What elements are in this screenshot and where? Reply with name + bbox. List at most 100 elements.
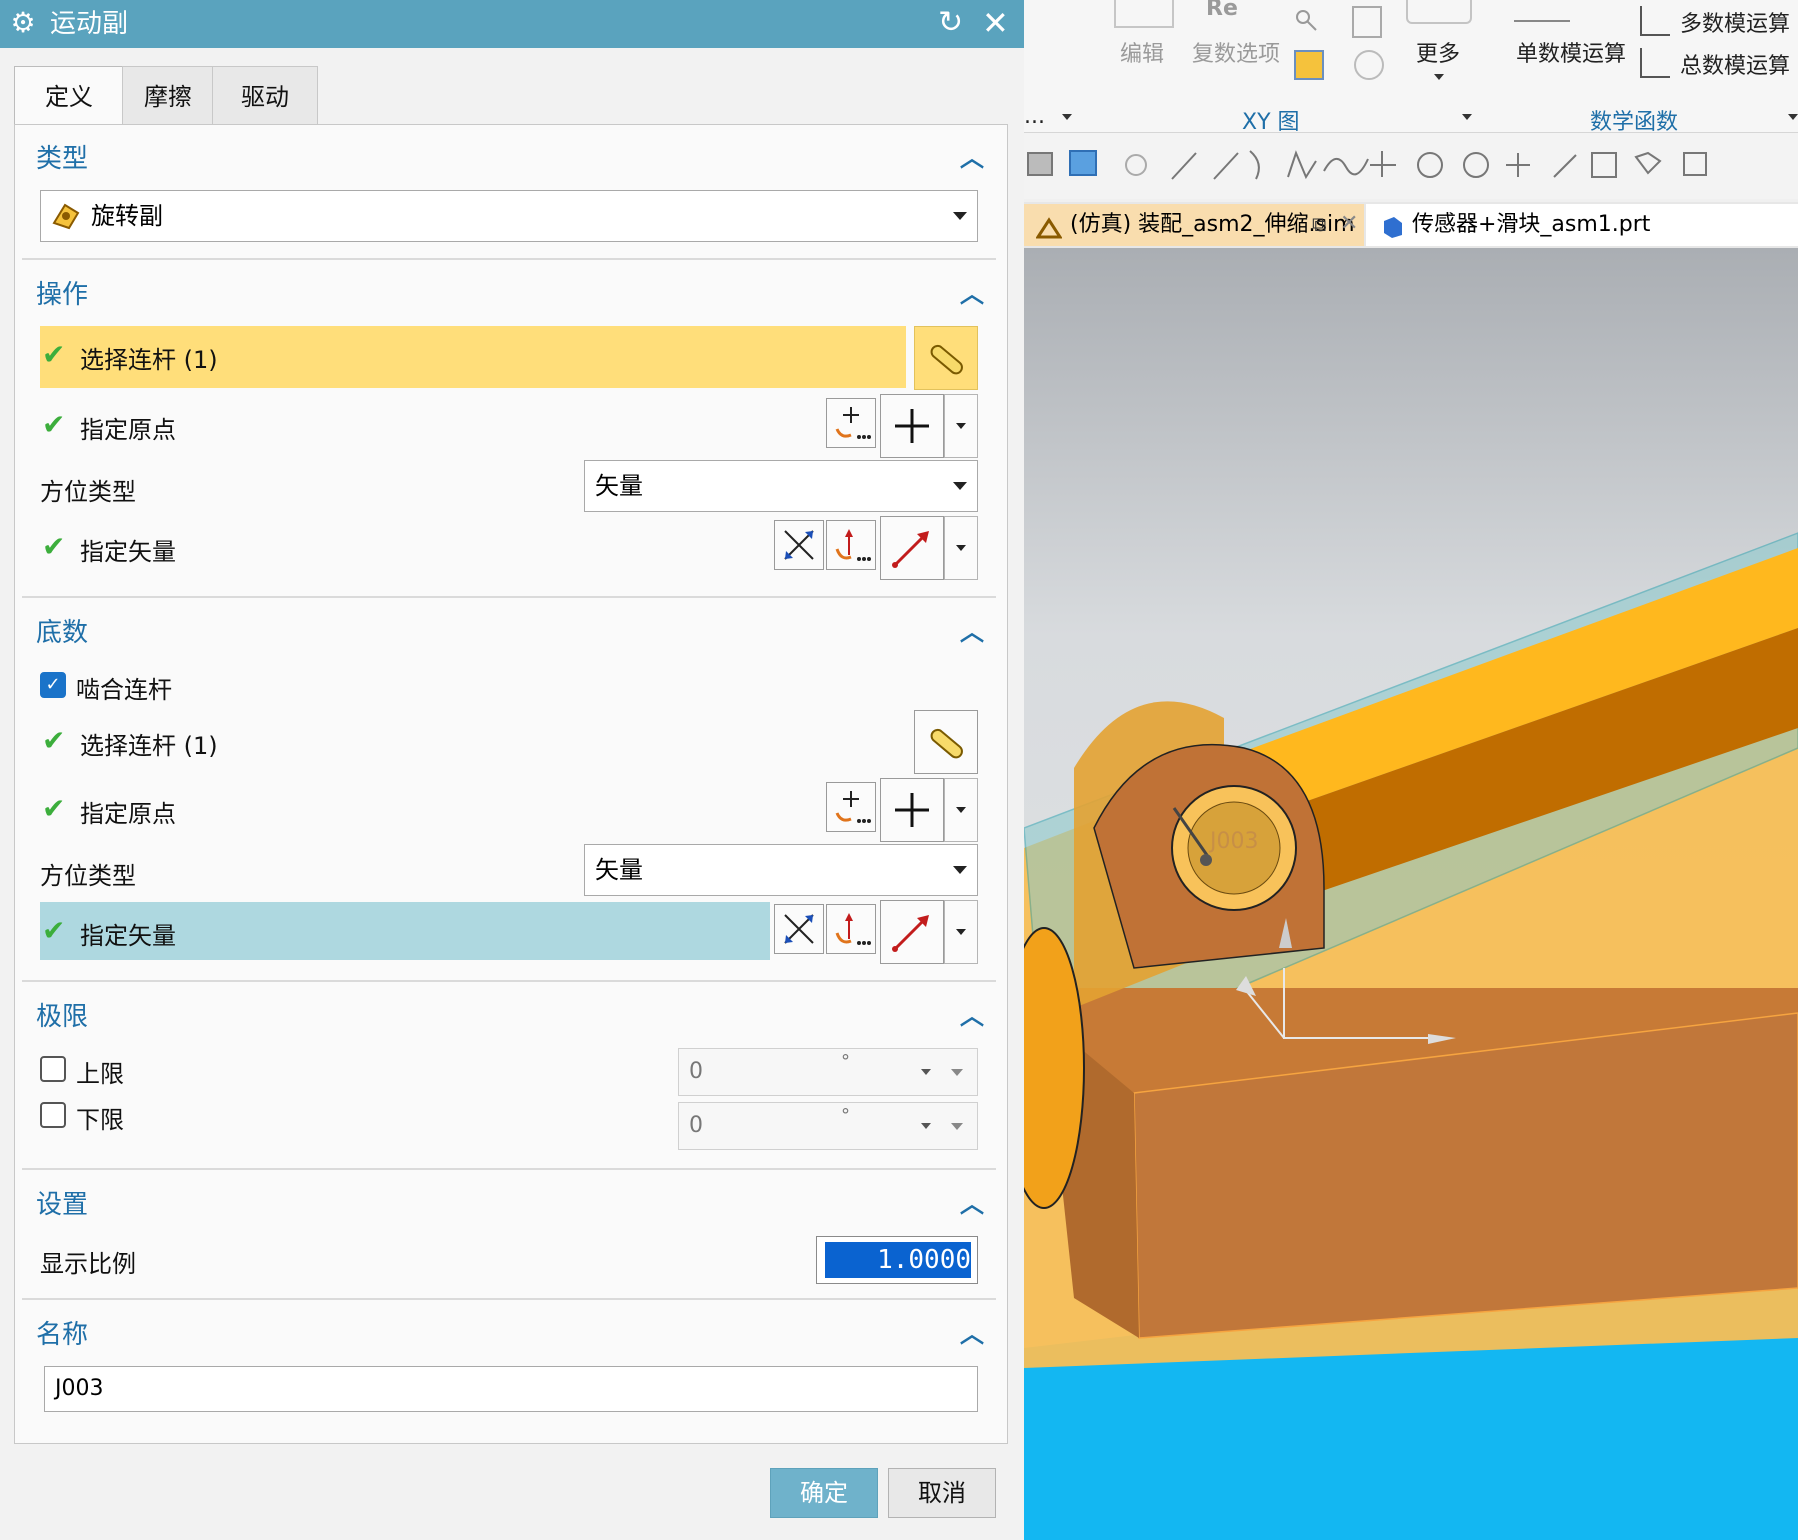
single-op-button[interactable]: 单数模运算	[1516, 36, 1626, 68]
more-button[interactable]: 更多	[1416, 36, 1460, 68]
total-op-button[interactable]: 总数模运算	[1680, 48, 1790, 80]
mesh-link-checkbox[interactable]: ✓	[40, 672, 66, 698]
action-orient-type-dropdown[interactable]: 矢量	[584, 460, 978, 512]
chevron-down-icon[interactable]	[1462, 114, 1472, 120]
chevron-down-icon[interactable]	[921, 1123, 931, 1129]
disabled-icon[interactable]	[1354, 50, 1384, 80]
action-select-link-label: 选择连杆 (1)	[80, 346, 218, 374]
chevron-down-icon[interactable]	[951, 1069, 963, 1076]
degree-unit: °	[841, 1105, 850, 1126]
edit-button[interactable]: 编辑	[1120, 36, 1164, 68]
upper-limit-value: 0	[689, 1059, 703, 1084]
document-tabs: (仿真) 装配_asm2_伸缩.sim ⧉ ✕ 传感器+滑块_asm1.prt	[1024, 202, 1798, 248]
selection-toolbar	[1024, 133, 1798, 199]
tab-friction[interactable]: 摩擦	[122, 66, 214, 125]
chevron-down-icon[interactable]	[951, 1123, 963, 1130]
display-scale-field[interactable]: 1.0000	[816, 1236, 978, 1284]
base-select-link-button[interactable]	[914, 710, 978, 774]
layer-icon[interactable]	[1294, 50, 1324, 80]
select-link-button[interactable]	[914, 326, 978, 390]
graphics-viewport[interactable]: J003	[1024, 248, 1798, 1540]
sim-file-icon	[1035, 212, 1063, 239]
tab-definition[interactable]: 定义	[14, 66, 124, 127]
vector-arrow-icon	[892, 531, 929, 568]
base-point-dialog-button[interactable]	[826, 782, 876, 832]
dialog-title: 运动副	[50, 9, 129, 39]
inferred-vector-button[interactable]	[880, 516, 944, 580]
chevron-down-icon[interactable]	[921, 1069, 931, 1075]
reset-icon[interactable]: ↻	[938, 7, 963, 39]
total-op-icon[interactable]	[1640, 48, 1670, 78]
doc-tab-prt[interactable]: 传感器+滑块_asm1.prt	[1366, 204, 1798, 246]
vector-type-dropdown[interactable]	[944, 516, 978, 580]
line-icon	[1171, 152, 1197, 180]
doc-tab-sim[interactable]: (仿真) 装配_asm2_伸缩.sim ⧉ ✕	[1024, 204, 1364, 246]
link-icon	[930, 728, 963, 759]
base-orient-type-dropdown[interactable]: 矢量	[584, 844, 978, 896]
base-vector-type-dropdown[interactable]	[944, 900, 978, 964]
base-inferred-point-button[interactable]	[880, 778, 944, 842]
point-dialog-icon	[835, 791, 871, 823]
collapse-base-icon[interactable]: ︿	[960, 612, 984, 647]
lower-limit-field[interactable]: 0 °	[678, 1102, 978, 1150]
circle-icon	[1463, 152, 1489, 178]
edit-icon[interactable]	[1114, 0, 1174, 28]
divider	[22, 596, 996, 598]
chevron-down-icon	[953, 212, 967, 220]
display-scale-label: 显示比例	[40, 1250, 136, 1278]
reverse-direction-button[interactable]	[774, 520, 824, 570]
section-title-settings: 设置	[36, 1190, 89, 1220]
frame-icon[interactable]	[1352, 6, 1382, 38]
base-vector-dialog-button[interactable]	[826, 904, 876, 954]
plus-icon	[895, 409, 929, 443]
part-file-icon	[1380, 212, 1404, 238]
section-title-limits: 极限	[36, 1002, 89, 1032]
collapse-name-icon[interactable]: ︿	[960, 1314, 984, 1349]
chevron-down-icon[interactable]	[1434, 74, 1444, 80]
inferred-point-button[interactable]	[880, 394, 944, 458]
lower-limit-value: 0	[689, 1113, 703, 1138]
point-dialog-button[interactable]	[826, 398, 876, 448]
ok-button[interactable]: 确定	[770, 1468, 878, 1518]
single-op-icon[interactable]	[1514, 0, 1570, 22]
multi-op-icon[interactable]	[1640, 6, 1670, 36]
joint-name-input[interactable]: J003	[44, 1366, 978, 1412]
multi-op-button[interactable]: 多数模运算	[1680, 6, 1790, 38]
more-icon[interactable]	[1406, 0, 1472, 24]
lower-limit-checkbox[interactable]	[40, 1102, 66, 1128]
base-inferred-vector-button[interactable]	[880, 900, 944, 964]
chevron-down-icon[interactable]	[1788, 114, 1798, 120]
base-orient-type-value: 矢量	[595, 856, 643, 884]
check-icon: ✔	[42, 408, 66, 441]
joint-name-value: J003	[55, 1376, 104, 1401]
action-specify-vector-label: 指定矢量	[80, 538, 176, 566]
tab-drive[interactable]: 驱动	[212, 66, 318, 125]
joint-type-dropdown[interactable]: 旋转副	[40, 190, 978, 242]
upper-limit-checkbox[interactable]	[40, 1056, 66, 1082]
pin-icon[interactable]: ⧉	[1312, 203, 1326, 245]
spline-icon	[1323, 158, 1369, 176]
upper-limit-field[interactable]: 0 °	[678, 1048, 978, 1096]
base-reverse-direction-button[interactable]	[774, 904, 824, 954]
vector-dialog-button[interactable]	[826, 520, 876, 570]
gear-icon: ⚙	[10, 6, 36, 39]
action-orient-type-label: 方位类型	[40, 478, 136, 506]
re-icon[interactable]: Re	[1206, 0, 1238, 21]
collapse-action-icon[interactable]: ︿	[960, 274, 984, 309]
collapse-limits-icon[interactable]: ︿	[960, 996, 984, 1031]
toolbar-icons[interactable]	[1024, 133, 1798, 199]
point-type-dropdown[interactable]	[944, 394, 978, 458]
chevron-down-icon[interactable]	[1062, 114, 1072, 120]
complex-options-button[interactable]: 复数选项	[1192, 36, 1280, 68]
math-function-group: 数学函数	[1590, 110, 1679, 135]
base-orient-type-label: 方位类型	[40, 862, 136, 890]
collapse-type-icon[interactable]: ︿	[960, 138, 984, 173]
solid-cube-icon	[1027, 152, 1053, 176]
close-icon[interactable]: ✕	[982, 6, 1009, 40]
collapse-settings-icon[interactable]: ︿	[960, 1184, 984, 1219]
close-tab-icon[interactable]: ✕	[1340, 203, 1358, 245]
doc-tab-prt-label: 传感器+滑块_asm1.prt	[1412, 212, 1651, 237]
base-point-type-dropdown[interactable]	[944, 778, 978, 842]
cancel-button[interactable]: 取消	[888, 1468, 996, 1518]
zoom-icon[interactable]	[1294, 8, 1318, 32]
